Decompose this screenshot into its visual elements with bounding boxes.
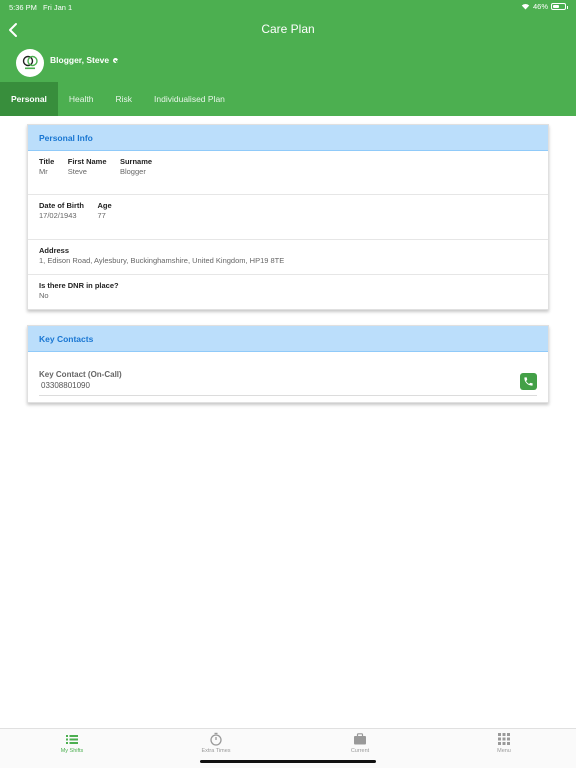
- address-label: Address: [39, 246, 70, 255]
- contact-row: Key Contact (On-Call) 03308801090: [28, 352, 548, 402]
- first-name-label: First Name: [67, 157, 107, 166]
- name-row: Title Mr First Name Steve Surname Blogge…: [28, 151, 548, 195]
- dnr-value: No: [39, 291, 49, 300]
- contact-number: 03308801090: [41, 381, 90, 390]
- app-header: 5:36 PM Fri Jan 1 46% Care Plan Blogger,…: [0, 0, 576, 116]
- dob-value: 17/02/1943: [39, 211, 77, 220]
- title-label: Title: [39, 157, 55, 166]
- home-indicator: [200, 760, 376, 763]
- address-row: Address 1, Edison Road, Aylesbury, Bucki…: [28, 240, 548, 275]
- surname-value: Blogger: [119, 167, 146, 176]
- company-logo-icon: [22, 55, 38, 70]
- age-value: 77: [97, 211, 106, 220]
- tabbar-current-label: Current: [350, 748, 370, 754]
- phone-icon: [524, 377, 533, 386]
- status-date: Fri Jan 1: [43, 3, 73, 12]
- tabbar-my-shifts-label: My Shifts: [60, 748, 84, 754]
- first-name-field: First Name Steve: [68, 157, 107, 177]
- stopwatch-icon: [210, 732, 222, 746]
- birth-row: Date of Birth 17/02/1943 Age 77: [28, 195, 548, 240]
- tab-individualised-plan[interactable]: Individualised Plan: [143, 82, 236, 116]
- tabbar-my-shifts[interactable]: My Shifts: [0, 729, 144, 768]
- key-contacts-card: Key Contacts Key Contact (On-Call) 03308…: [27, 325, 549, 403]
- dnr-label: Is there DNR in place?: [39, 281, 119, 290]
- page-title: Care Plan: [261, 22, 315, 36]
- verified-icon: [113, 57, 119, 63]
- dob-label: Date of Birth: [39, 201, 84, 210]
- tabbar-extra-times-label: Extra Times: [201, 748, 231, 754]
- age-label: Age: [97, 201, 112, 210]
- title-field: Title Mr: [39, 157, 54, 177]
- dnr-row: Is there DNR in place? No: [28, 275, 548, 309]
- tab-risk[interactable]: Risk: [104, 82, 143, 116]
- personal-info-heading: Personal Info: [28, 125, 548, 151]
- age-field: Age 77: [97, 201, 111, 221]
- status-bar: 5:36 PM Fri Jan 1 46%: [0, 0, 576, 14]
- grid-icon: [498, 733, 510, 745]
- first-name-value: Steve: [67, 167, 87, 176]
- contact-divider: [39, 395, 537, 396]
- status-indicators: 46%: [521, 2, 568, 11]
- battery-icon: [551, 3, 568, 10]
- client-name-text: Blogger, Steve: [50, 55, 110, 65]
- dob-field: Date of Birth 17/02/1943: [39, 201, 84, 221]
- avatar: [16, 49, 44, 77]
- address-value: 1, Edison Road, Aylesbury, Buckinghamshi…: [39, 256, 285, 265]
- tabbar-menu[interactable]: Menu: [432, 729, 576, 768]
- title-value: Mr: [39, 167, 48, 176]
- list-icon: [66, 735, 78, 744]
- tab-health[interactable]: Health: [58, 82, 105, 116]
- client-name: Blogger, Steve: [50, 55, 119, 65]
- call-button[interactable]: [520, 373, 537, 390]
- contact-label: Key Contact (On-Call): [39, 370, 122, 379]
- battery-percent: 46%: [532, 2, 548, 11]
- briefcase-icon: [354, 733, 366, 745]
- tab-personal[interactable]: Personal: [0, 82, 58, 116]
- surname-field: Surname Blogger: [120, 157, 152, 177]
- personal-info-card: Personal Info Title Mr First Name Steve …: [27, 124, 549, 310]
- status-time: 5:36 PM: [9, 3, 37, 12]
- key-contacts-heading: Key Contacts: [28, 326, 548, 352]
- surname-label: Surname: [119, 157, 153, 166]
- tabbar-menu-label: Menu: [497, 748, 511, 754]
- wifi-icon: [521, 3, 530, 10]
- care-plan-tabs: Personal Health Risk Individualised Plan: [0, 82, 236, 116]
